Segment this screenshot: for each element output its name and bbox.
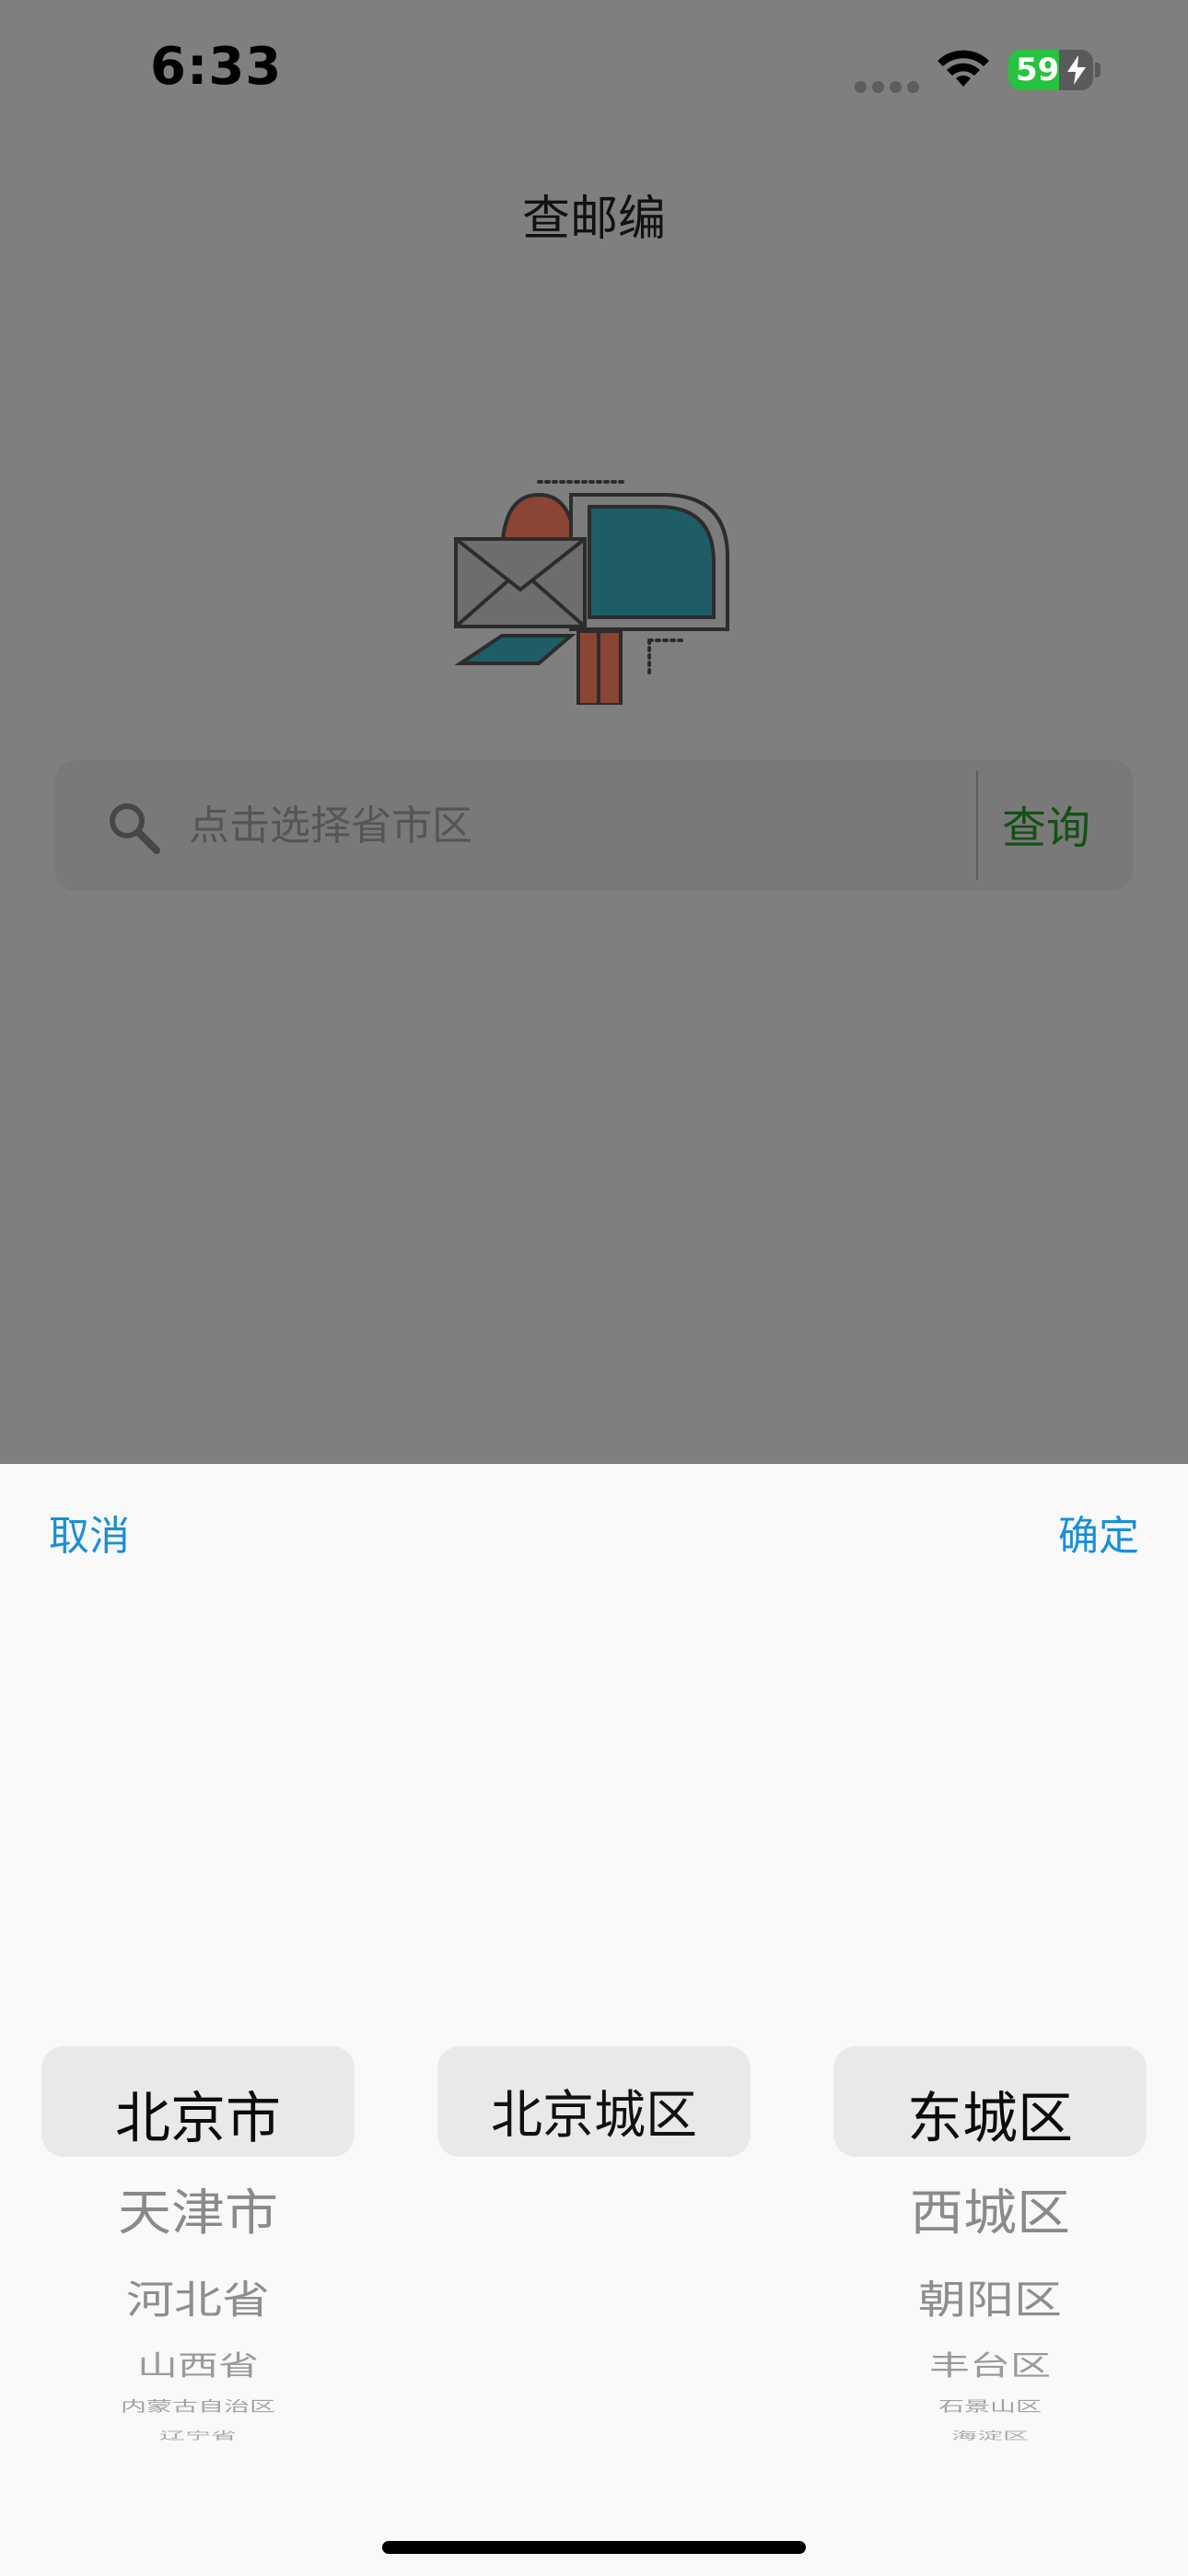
battery-tip — [1095, 63, 1101, 77]
picker-option[interactable]: 天津市 — [41, 2172, 355, 2243]
home-indicator — [382, 2541, 806, 2554]
picker-option[interactable]: 北京城区 — [437, 2074, 751, 2149]
query-button[interactable]: 查询 — [1002, 791, 1090, 856]
picker-option[interactable]: 石景山区 — [833, 2395, 1147, 2416]
region-picker-sheet: 取消 确定 北京市 天津市 河北省 山西省 内蒙古自治区 辽宁省 北京城区 东城… — [0, 1464, 1188, 2576]
region-search-input[interactable] — [189, 793, 999, 858]
picker-option[interactable]: 辽宁省 — [41, 2428, 355, 2442]
battery-level: 59 — [1016, 52, 1060, 88]
picker-option[interactable]: 丰台区 — [833, 2343, 1147, 2383]
city-picker-column[interactable]: 北京城区 — [437, 2032, 751, 2437]
confirm-button[interactable]: 确定 — [1058, 1503, 1139, 1562]
mailbox-icon — [454, 480, 729, 705]
province-picker-column[interactable]: 北京市 天津市 河北省 山西省 内蒙古自治区 辽宁省 — [41, 2032, 355, 2441]
picker-option[interactable]: 河北省 — [41, 2268, 355, 2325]
search-divider — [976, 771, 978, 880]
search-icon — [110, 803, 160, 854]
cellular-signal-icon — [855, 79, 925, 97]
picker-option[interactable]: 海淀区 — [833, 2428, 1147, 2442]
wifi-icon — [938, 50, 989, 87]
picker-option[interactable]: 东城区 — [833, 2074, 1147, 2154]
page-title: 查邮编 — [521, 192, 666, 247]
picker-option[interactable]: 山西省 — [41, 2343, 355, 2383]
search-bar[interactable]: 查询 — [55, 760, 1133, 891]
picker-option[interactable]: 内蒙古自治区 — [41, 2395, 355, 2416]
status-time: 6:33 — [150, 37, 283, 97]
status-bar: 6:33 59 — [0, 0, 1188, 138]
picker-option[interactable]: 朝阳区 — [833, 2268, 1147, 2325]
district-picker-column[interactable]: 东城区 西城区 朝阳区 丰台区 石景山区 海淀区 — [833, 2032, 1147, 2441]
battery-charging-icon: 59 — [1008, 50, 1093, 90]
picker-option[interactable]: 北京市 — [41, 2074, 355, 2154]
cancel-button[interactable]: 取消 — [49, 1503, 130, 1562]
picker-option[interactable]: 西城区 — [833, 2172, 1147, 2243]
